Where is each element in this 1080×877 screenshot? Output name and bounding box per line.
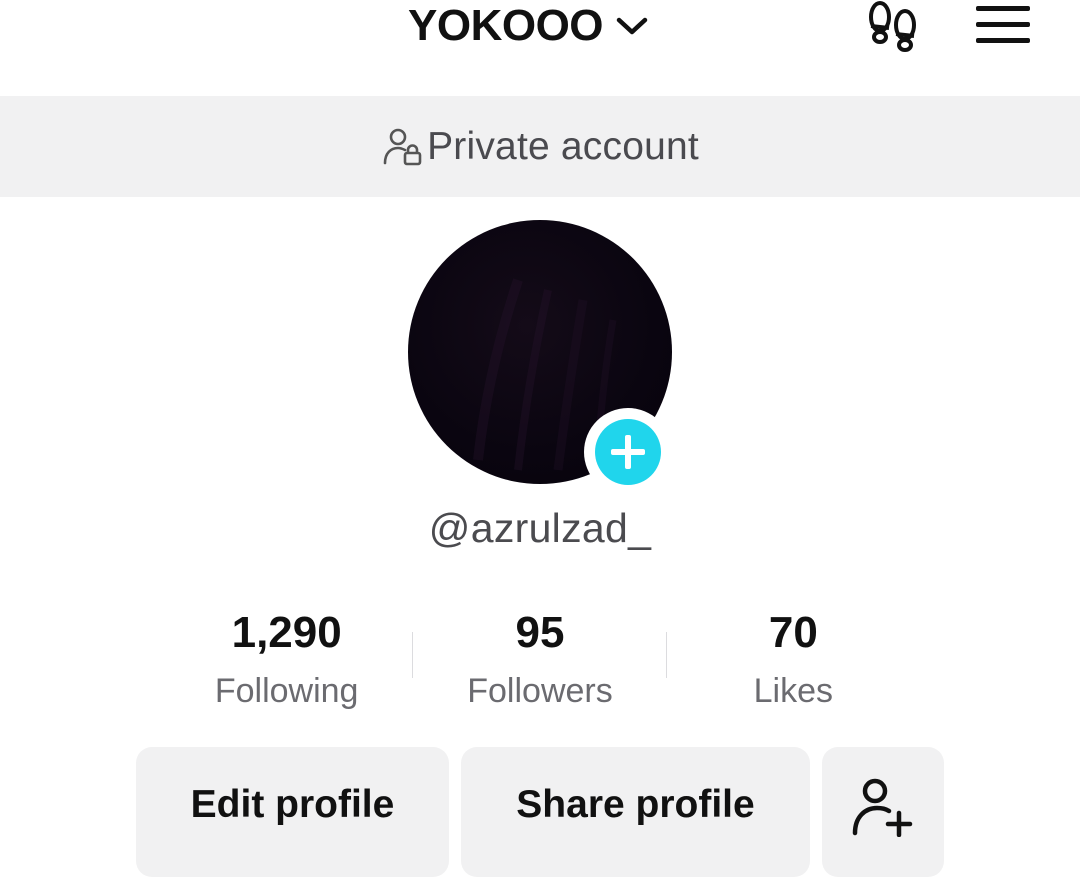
private-account-text: Private account: [427, 124, 699, 168]
likes-count: 70: [768, 608, 818, 657]
likes-label: Likes: [753, 672, 833, 710]
add-friend-button[interactable]: [822, 747, 944, 877]
stat-divider: [666, 632, 667, 678]
plus-icon: [611, 435, 645, 469]
chevron-down-icon: [616, 17, 648, 35]
username: @azrulzad_: [428, 505, 652, 551]
profile-views-button[interactable]: [864, 0, 922, 54]
account-switcher[interactable]: YOKOOO: [408, 0, 649, 52]
top-bar: YOKOOO: [0, 0, 1080, 96]
add-avatar-badge: [595, 419, 661, 485]
add-avatar-button[interactable]: [584, 408, 672, 496]
profile-stats: 1,290 Following 95 Followers 70 Likes: [160, 604, 920, 724]
share-profile-button[interactable]: Share profile: [461, 747, 810, 877]
edit-profile-button[interactable]: Edit profile: [136, 747, 449, 877]
stat-divider: [412, 632, 413, 678]
menu-button[interactable]: [974, 2, 1032, 48]
followers-label: Followers: [467, 672, 613, 710]
followers-count: 95: [515, 608, 565, 657]
private-account-banner: Private account: [0, 96, 1080, 197]
account-name: YOKOOO: [408, 1, 604, 50]
hamburger-menu-icon: [976, 6, 1030, 43]
add-friend-icon: [852, 778, 913, 837]
stat-likes[interactable]: 70 Likes: [667, 604, 920, 724]
stat-following[interactable]: 1,290 Following: [160, 604, 413, 724]
profile-actions: Edit profile Share profile: [136, 747, 944, 877]
footprints-icon: [869, 1, 916, 52]
following-count: 1,290: [231, 608, 342, 657]
private-account-icon: [383, 128, 422, 165]
stat-followers[interactable]: 95 Followers: [413, 604, 666, 724]
following-label: Following: [214, 672, 359, 710]
